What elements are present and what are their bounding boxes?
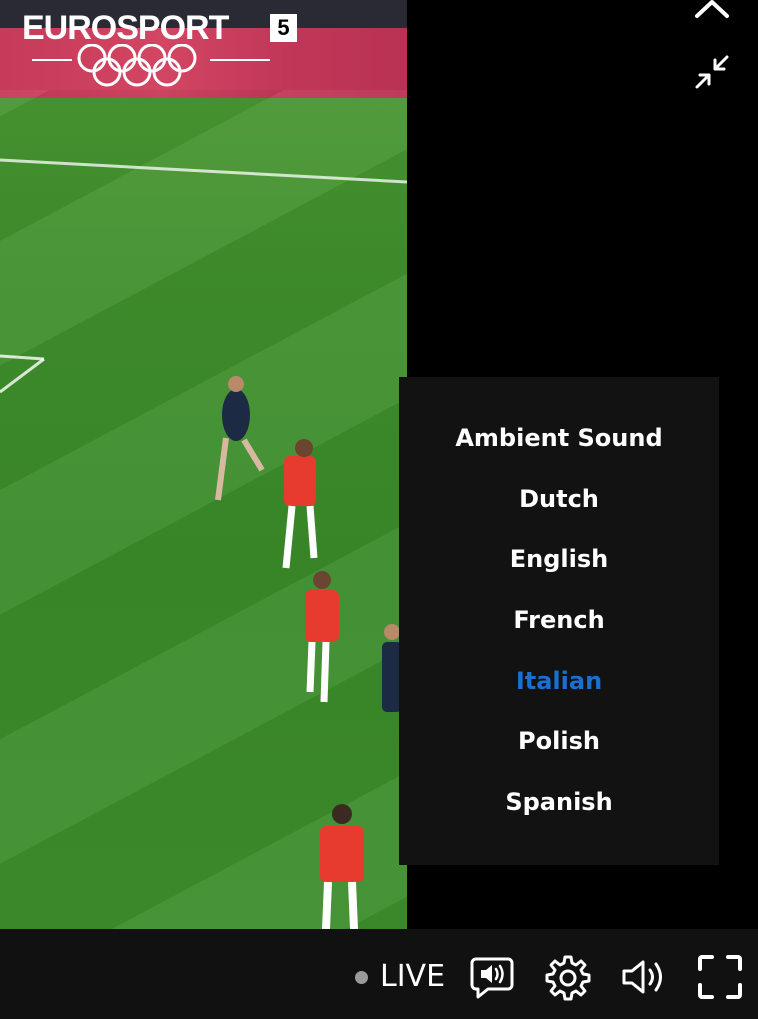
eurosport-logo: EUROSPORT 5	[22, 8, 312, 98]
gear-icon	[545, 955, 591, 1001]
audio-option-ambient-sound[interactable]: Ambient Sound	[399, 408, 719, 469]
olympic-rings-icon	[32, 44, 270, 87]
live-dot	[355, 970, 368, 984]
audio-description-button[interactable]	[468, 953, 516, 1001]
video-frame[interactable]: EUROSPORT 5	[0, 0, 407, 929]
volume-icon	[622, 960, 662, 994]
close-button[interactable]	[690, 0, 734, 24]
audio-option-polish[interactable]: Polish	[399, 711, 719, 772]
audio-option-english[interactable]: English	[399, 529, 719, 590]
audio-option-french[interactable]: French	[399, 590, 719, 651]
player-figure	[320, 804, 364, 929]
audio-option-dutch[interactable]: Dutch	[399, 469, 719, 530]
control-bar: LIVE	[0, 929, 758, 1019]
minimize-icon	[695, 55, 729, 89]
channel-number: 5	[270, 14, 297, 42]
player-figure	[305, 571, 339, 703]
minimize-button[interactable]	[690, 50, 734, 94]
player-figure	[282, 439, 318, 569]
audio-language-menu: Ambient Sound Dutch English French Itali…	[399, 377, 719, 865]
video-player: EUROSPORT 5 Ambient Sound Dutch English …	[0, 0, 758, 1019]
player-figure	[215, 376, 265, 501]
audio-option-italian[interactable]: Italian	[399, 651, 719, 712]
close-icon	[695, 0, 729, 18]
brand-name: EUROSPORT	[22, 9, 229, 47]
pitch-markings	[0, 158, 407, 929]
volume-button[interactable]	[620, 953, 668, 1001]
live-label: LIVE	[380, 959, 446, 994]
audio-description-icon	[470, 957, 514, 999]
settings-button[interactable]	[544, 953, 592, 1001]
fullscreen-icon	[698, 955, 742, 999]
fullscreen-button[interactable]	[696, 953, 744, 1001]
live-indicator[interactable]: LIVE	[355, 957, 445, 997]
audio-option-spanish[interactable]: Spanish	[399, 772, 719, 833]
